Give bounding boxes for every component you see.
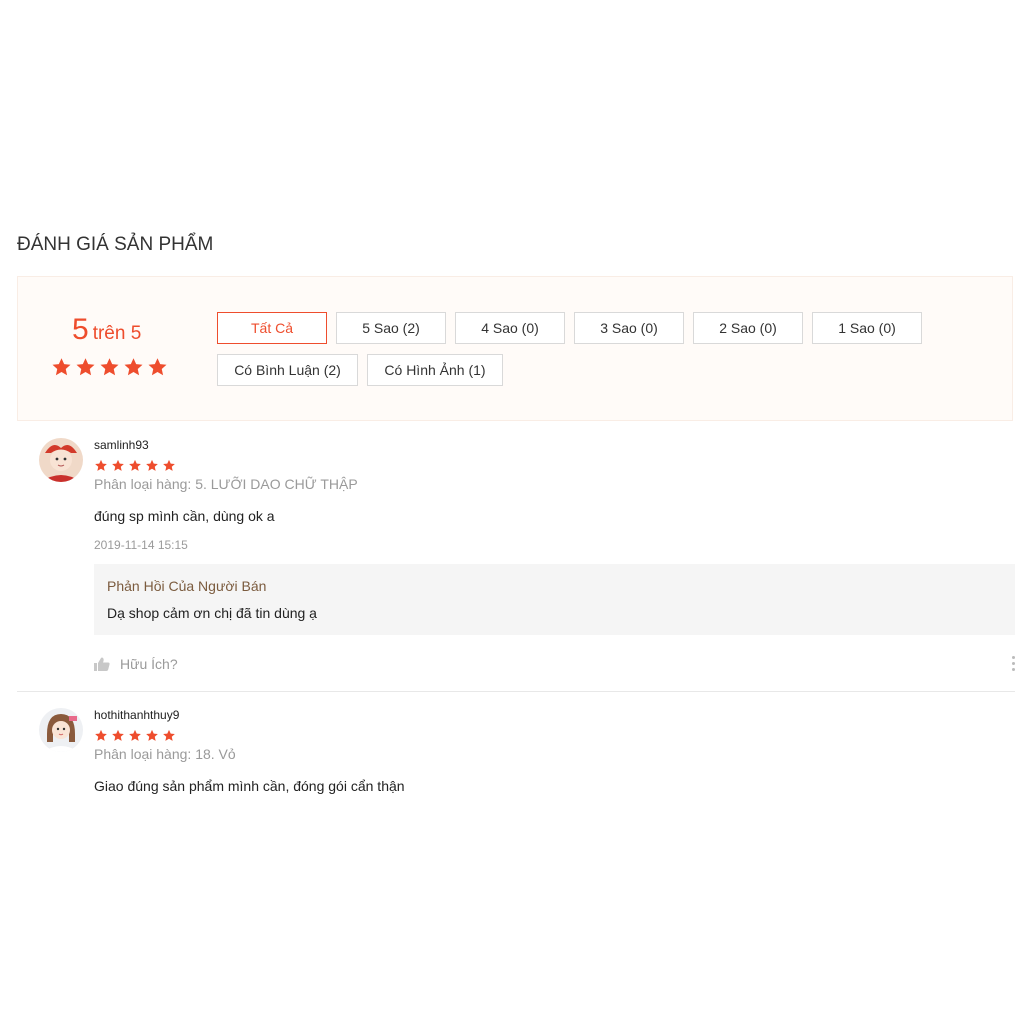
star-icon: [163, 459, 175, 471]
variant-label: Phân loại hàng: 5. LƯỠI DAO CHỮ THẬP: [94, 476, 358, 492]
seller-reply-title: Phản Hồi Của Người Bán: [107, 578, 267, 594]
star-icon: [146, 459, 158, 471]
star-icon: [129, 729, 141, 741]
star-icon: [129, 459, 141, 471]
helpful-button[interactable]: Hữu Ích?: [94, 656, 178, 672]
avatar-image: [39, 708, 83, 752]
star-icon: [95, 459, 107, 471]
review-comment: Giao đúng sản phẩm mình cần, đóng gói cẩ…: [94, 778, 405, 794]
filter-with-image[interactable]: Có Hình Ảnh (1): [367, 354, 503, 386]
review-stars: [94, 729, 176, 742]
more-options-icon[interactable]: [1012, 656, 1015, 671]
filter-4-star[interactable]: 4 Sao (0): [455, 312, 565, 344]
avatar-image: [39, 438, 83, 482]
divider: [17, 691, 1015, 692]
review-date: 2019-11-14 15:15: [94, 538, 188, 552]
star-icon: [100, 358, 119, 376]
seller-reply: Phản Hồi Của Người Bán Dạ shop cảm ơn ch…: [94, 564, 1015, 635]
star-icon: [148, 358, 167, 376]
overall-stars: [51, 357, 168, 377]
star-icon: [124, 358, 143, 376]
star-icon: [95, 729, 107, 741]
review-stars: [94, 459, 176, 472]
thumbs-up-icon: [94, 657, 110, 671]
username[interactable]: samlinh93: [94, 438, 149, 452]
review-item: samlinh93 Phân loại hàng: 5. LƯỠI DAO CH…: [17, 436, 1015, 692]
variant-label: Phân loại hàng: 18. Vỏ: [94, 746, 236, 762]
star-icon: [112, 459, 124, 471]
avatar[interactable]: [39, 438, 83, 482]
star-icon: [76, 358, 95, 376]
username[interactable]: hothithanhthuy9: [94, 708, 179, 722]
filter-5-star[interactable]: 5 Sao (2): [336, 312, 446, 344]
helpful-label: Hữu Ích?: [120, 656, 178, 672]
filter-with-comment[interactable]: Có Bình Luận (2): [217, 354, 358, 386]
avatar[interactable]: [39, 708, 83, 752]
review-item: hothithanhthuy9 Phân loại hàng: 18. Vỏ G…: [17, 706, 1015, 806]
star-icon: [112, 729, 124, 741]
star-icon: [146, 729, 158, 741]
rating-summary: 5 trên 5 Tất Cả 5 Sao (2) 4 Sao (0) 3 Sao…: [17, 276, 1013, 421]
star-icon: [52, 358, 71, 376]
overall-score: 5 trên 5: [72, 313, 141, 347]
section-title: ĐÁNH GIÁ SẢN PHẨM: [17, 234, 214, 255]
filter-2-star[interactable]: 2 Sao (0): [693, 312, 803, 344]
filter-1-star[interactable]: 1 Sao (0): [812, 312, 922, 344]
review-comment: đúng sp mình cần, dùng ok a: [94, 508, 275, 524]
filter-all[interactable]: Tất Cả: [217, 312, 327, 344]
score-suffix: trên 5: [92, 323, 142, 344]
filter-3-star[interactable]: 3 Sao (0): [574, 312, 684, 344]
star-icon: [163, 729, 175, 741]
seller-reply-text: Dạ shop cảm ơn chị đã tin dùng ạ: [107, 605, 317, 621]
score-value: 5: [72, 313, 89, 346]
